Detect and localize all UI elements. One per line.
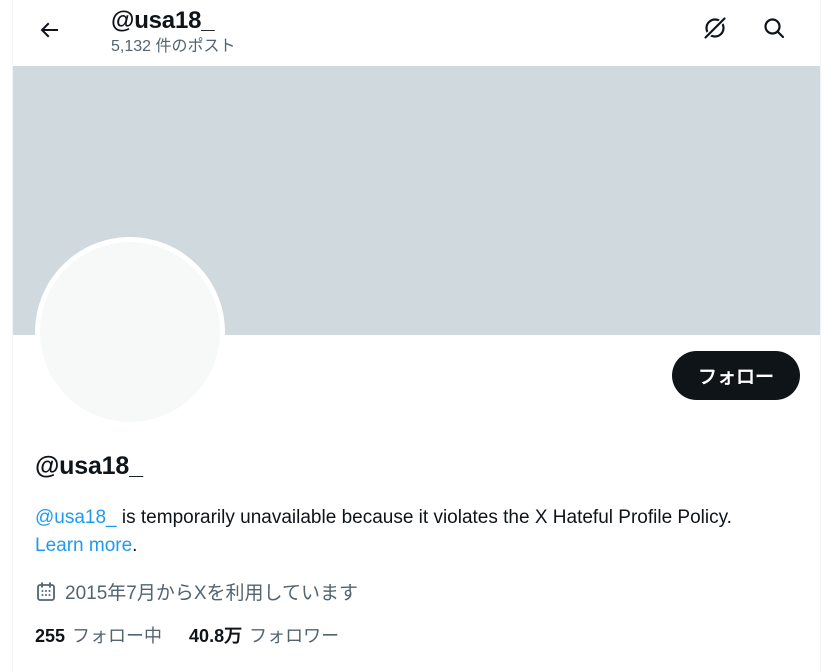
search-button[interactable] bbox=[756, 10, 792, 46]
following-count: 255 bbox=[35, 626, 66, 646]
handle-link[interactable]: @usa18_ bbox=[35, 507, 117, 528]
top-header: @usa18_ 5,132 件のポスト bbox=[13, 0, 820, 66]
calendar-icon bbox=[35, 581, 57, 603]
page-title: @usa18_ bbox=[111, 7, 215, 34]
profile-page: @usa18_ 5,132 件のポスト フォロー @usa18_ @usa18_… bbox=[12, 0, 821, 672]
avatar[interactable] bbox=[35, 237, 225, 427]
bio-message: is temporarily unavailable because it vi… bbox=[116, 507, 732, 528]
learn-more-link[interactable]: Learn more bbox=[35, 535, 132, 556]
arrow-left-icon bbox=[40, 22, 58, 38]
followers-link[interactable]: 40.8万 フォロワー bbox=[189, 622, 339, 648]
back-button[interactable] bbox=[31, 12, 67, 48]
bio-period: . bbox=[132, 535, 138, 556]
profile-bio: @usa18_ is temporarily unavailable becau… bbox=[35, 504, 805, 560]
display-name: @usa18_ bbox=[35, 452, 143, 480]
follow-button[interactable]: フォロー bbox=[672, 351, 800, 400]
following-label: フォロー中 bbox=[72, 626, 163, 646]
header-title-block: @usa18_ 5,132 件のポスト bbox=[111, 6, 236, 57]
grok-button[interactable] bbox=[697, 10, 733, 46]
grok-icon bbox=[703, 16, 727, 40]
joined-date: 2015年7月からXを利用しています bbox=[35, 578, 358, 605]
search-icon bbox=[764, 18, 785, 39]
following-link[interactable]: 255 フォロー中 bbox=[35, 622, 162, 648]
followers-count: 40.8万 bbox=[189, 626, 243, 646]
joined-text: 2015年7月からXを利用しています bbox=[65, 583, 358, 604]
post-count: 5,132 件のポスト bbox=[111, 38, 236, 55]
followers-label: フォロワー bbox=[249, 626, 340, 646]
follow-stats: 255 フォロー中 40.8万 フォロワー bbox=[35, 622, 339, 648]
